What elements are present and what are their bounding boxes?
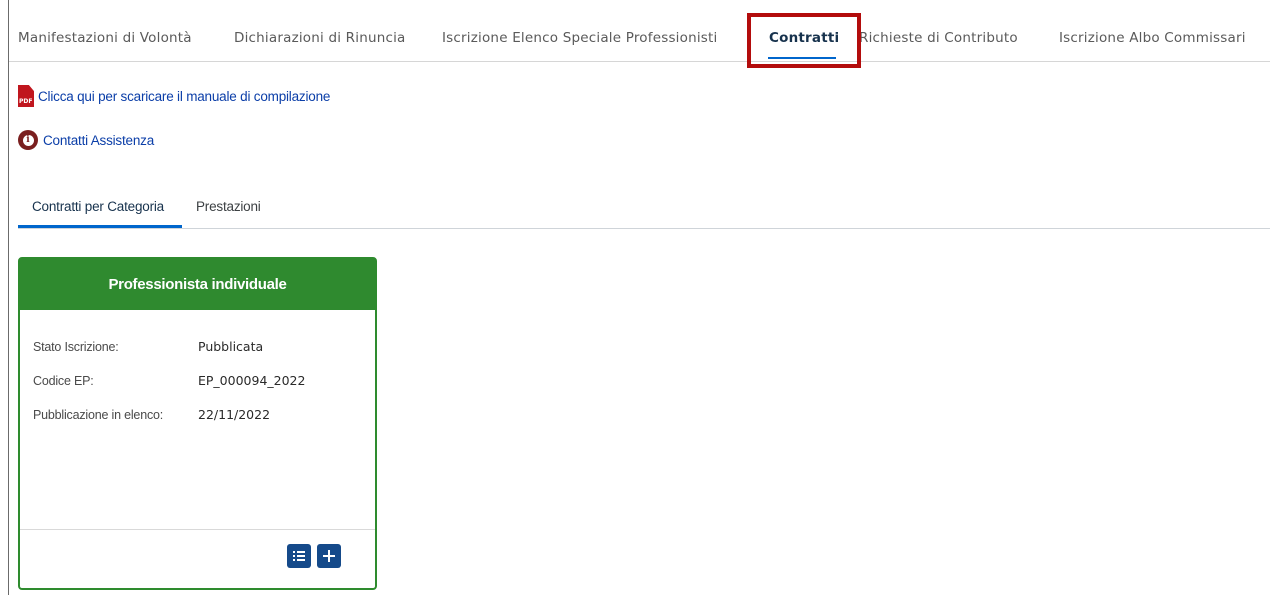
card-value-pubblicazione: 22/11/2022 <box>198 407 271 422</box>
active-subtab-indicator <box>18 225 182 228</box>
highlight-annotation-box <box>747 13 861 68</box>
card-value-stato: Pubblicata <box>198 339 264 354</box>
card-label-codice: Codice EP: <box>33 374 94 388</box>
manual-download-label[interactable]: Clicca qui per scaricare il manuale di c… <box>38 89 330 104</box>
support-contacts-link[interactable]: i Contatti Assistenza <box>18 130 154 150</box>
info-icon: i <box>18 130 38 150</box>
card-label-stato: Stato Iscrizione: <box>33 340 119 354</box>
manual-download-link[interactable]: PDF Clicca qui per scaricare il manuale … <box>18 85 330 107</box>
card-label-pubblicazione: Pubblicazione in elenco: <box>33 408 164 422</box>
sub-tabs: Contratti per Categoria Prestazioni <box>18 196 1270 229</box>
tab-iscrizione-albo-commissari[interactable]: Iscrizione Albo Commissari <box>1059 30 1246 46</box>
list-button[interactable] <box>287 544 311 568</box>
plus-icon <box>323 550 335 562</box>
tab-iscrizione-elenco-speciale[interactable]: Iscrizione Elenco Speciale Professionist… <box>442 30 717 46</box>
category-card: Professionista individuale Stato Iscrizi… <box>18 257 377 590</box>
list-icon <box>293 551 305 561</box>
card-footer-divider <box>20 529 375 530</box>
card-title: Professionista individuale <box>20 259 375 310</box>
subtab-contratti-per-categoria[interactable]: Contratti per Categoria <box>32 199 164 214</box>
tab-richieste-contributo[interactable]: Richieste di Contributo <box>859 30 1018 46</box>
card-value-codice: EP_000094_2022 <box>198 373 306 388</box>
subtab-prestazioni[interactable]: Prestazioni <box>196 199 261 214</box>
tab-dichiarazioni-rinuncia[interactable]: Dichiarazioni di Rinuncia <box>234 30 406 46</box>
add-button[interactable] <box>317 544 341 568</box>
pdf-icon: PDF <box>18 85 34 107</box>
tab-manifestazioni[interactable]: Manifestazioni di Volontà <box>18 30 192 46</box>
top-navigation: Manifestazioni di Volontà Dichiarazioni … <box>9 0 1270 62</box>
support-contacts-label[interactable]: Contatti Assistenza <box>43 133 154 148</box>
